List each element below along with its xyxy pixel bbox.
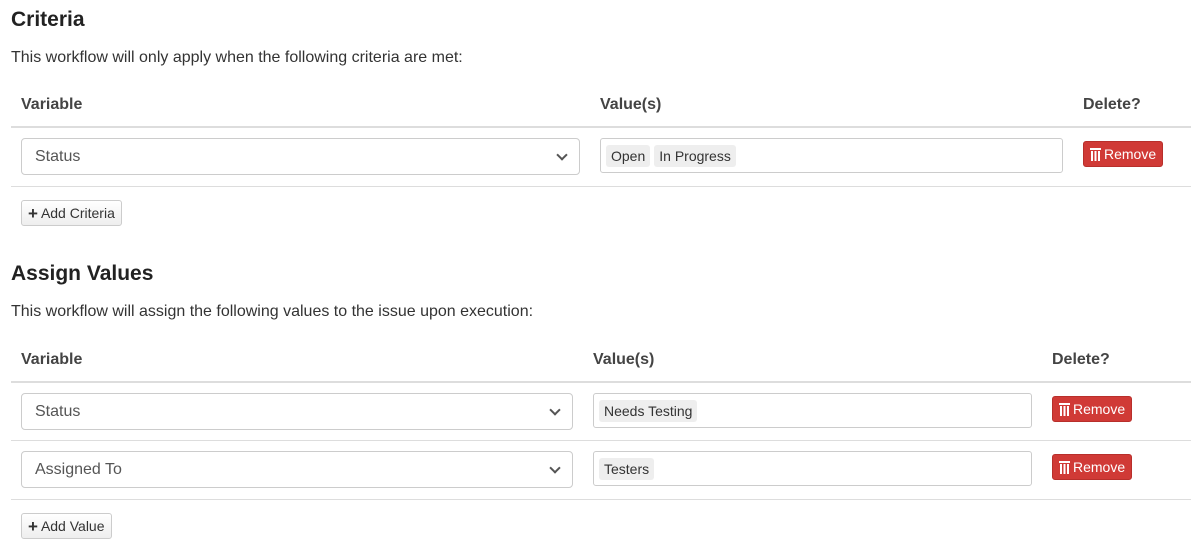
divider [11,499,1191,500]
add-criteria-button[interactable]: + Add Criteria [21,200,122,226]
remove-button[interactable]: Remove [1052,396,1133,422]
divider [11,381,1191,383]
criteria-header-variable: Variable [21,96,83,113]
divider [11,440,1191,441]
trash-icon [1059,460,1070,474]
remove-button[interactable]: Remove [1083,141,1164,167]
assign-values-input[interactable]: Needs Testing [593,393,1032,428]
remove-label: Remove [1073,459,1126,475]
assign-title: Assign Values [11,262,154,285]
criteria-values-input[interactable]: Open In Progress [600,138,1063,173]
plus-icon: + [28,516,38,536]
criteria-header-delete: Delete? [1083,96,1141,113]
criteria-header-values: Value(s) [600,96,662,113]
assign-header-values: Value(s) [593,351,655,368]
value-tag[interactable]: Testers [599,457,655,480]
chevron-down-icon [556,148,568,161]
select-value: Assigned To [35,460,122,478]
criteria-variable-select[interactable]: Status [21,138,580,175]
value-tag[interactable]: Needs Testing [599,399,698,422]
remove-button[interactable]: Remove [1052,454,1133,480]
assign-description: This workflow will assign the following … [11,303,534,320]
add-value-label: Add Value [40,518,105,534]
trash-icon [1059,402,1070,416]
value-tag[interactable]: In Progress [654,144,736,167]
add-value-button[interactable]: + Add Value [21,513,112,539]
add-criteria-label: Add Criteria [40,205,115,221]
remove-label: Remove [1104,146,1157,162]
assign-variable-select[interactable]: Status [21,393,573,430]
plus-icon: + [28,203,38,223]
select-value: Status [35,147,81,165]
criteria-description: This workflow will only apply when the f… [11,49,463,66]
assign-variable-select[interactable]: Assigned To [21,451,573,488]
chevron-down-icon [549,403,561,416]
assign-header-delete: Delete? [1052,351,1110,368]
select-value: Status [35,402,81,420]
divider [11,186,1191,187]
remove-label: Remove [1073,401,1126,417]
assign-header-variable: Variable [21,351,83,368]
divider [11,126,1191,128]
trash-icon [1090,147,1101,161]
chevron-down-icon [549,461,561,474]
assign-values-input[interactable]: Testers [593,451,1032,486]
value-tag[interactable]: Open [606,144,651,167]
criteria-title: Criteria [11,8,85,31]
